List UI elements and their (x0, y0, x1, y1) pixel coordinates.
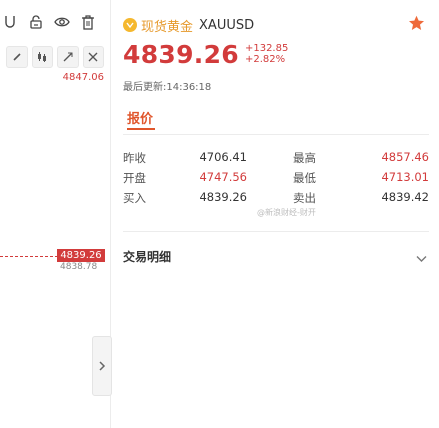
prev-close-value: 4706.41 (199, 150, 247, 164)
pen-icon[interactable] (6, 46, 28, 68)
trade-detail-header[interactable]: 交易明细 (123, 246, 429, 264)
low-label: 最低 (293, 171, 316, 185)
bid-label: 买入 (123, 191, 146, 205)
open-value: 4747.56 (199, 170, 247, 184)
axis-price-label: 4847.06 (62, 72, 104, 83)
quote-table: 昨收 4706.41 最高 4857.46 开盘 4747.56 最低 4713… (123, 150, 429, 210)
candles-icon[interactable] (31, 46, 53, 68)
shrink-icon[interactable] (57, 46, 79, 68)
chevron-right-icon (99, 361, 106, 371)
eye-icon[interactable] (52, 10, 72, 34)
collapse-panel-button[interactable] (92, 336, 112, 396)
bid-value: 4839.26 (199, 190, 247, 204)
watermark: @新浪财经-财开 (257, 208, 316, 217)
open-label: 开盘 (123, 171, 146, 185)
instrument-name: 现货黄金 (141, 19, 194, 35)
price-row: 4839.26 +132.85 +2.82% (123, 40, 288, 69)
change-value: +132.85 (244, 43, 289, 54)
ask-label: 卖出 (293, 191, 316, 205)
instrument-symbol: XAUUSD (199, 17, 255, 33)
active-tab-indicator (127, 128, 155, 130)
trade-detail-title: 交易明细 (123, 250, 172, 264)
trash-icon[interactable] (78, 10, 98, 34)
current-price-tag: 4839.26 (57, 249, 105, 262)
favorite-star-icon[interactable] (408, 15, 425, 35)
last-update-time: 最后更新:14:36:18 (123, 82, 212, 93)
close-icon[interactable] (82, 46, 104, 68)
quote-row: 开盘 4747.56 最低 4713.01 (123, 170, 429, 190)
current-price-line (0, 256, 58, 257)
change-percent: +2.82% (244, 54, 286, 65)
last-price: 4839.26 (123, 40, 239, 69)
gold-coin-icon (123, 18, 137, 32)
ask-value: 4839.42 (381, 190, 429, 204)
chart-panel: 4847.06 4839.26 4838.78 (0, 0, 112, 428)
tab-quote[interactable]: 报价 (127, 108, 153, 127)
chevron-down-icon[interactable] (416, 248, 427, 267)
chart-toolbar (0, 10, 110, 34)
high-value: 4857.46 (381, 150, 429, 164)
low-value: 4713.01 (381, 170, 429, 184)
instrument-header: 现货黄金 XAUUSD (123, 14, 429, 36)
divider (123, 134, 429, 135)
price-change: +132.85 +2.82% (245, 43, 288, 65)
prev-close-label: 昨收 (123, 151, 146, 165)
quote-row: 昨收 4706.41 最高 4857.46 (123, 150, 429, 170)
quote-panel: 现货黄金 XAUUSD 4839.26 +132.85 +2.82% 最后更新:… (111, 0, 439, 428)
drawing-tools (6, 46, 104, 68)
high-label: 最高 (293, 151, 316, 165)
previous-price-tag: 4838.78 (60, 262, 98, 272)
lock-icon[interactable] (26, 10, 46, 34)
magnet-icon[interactable] (0, 10, 20, 34)
divider (123, 231, 429, 232)
